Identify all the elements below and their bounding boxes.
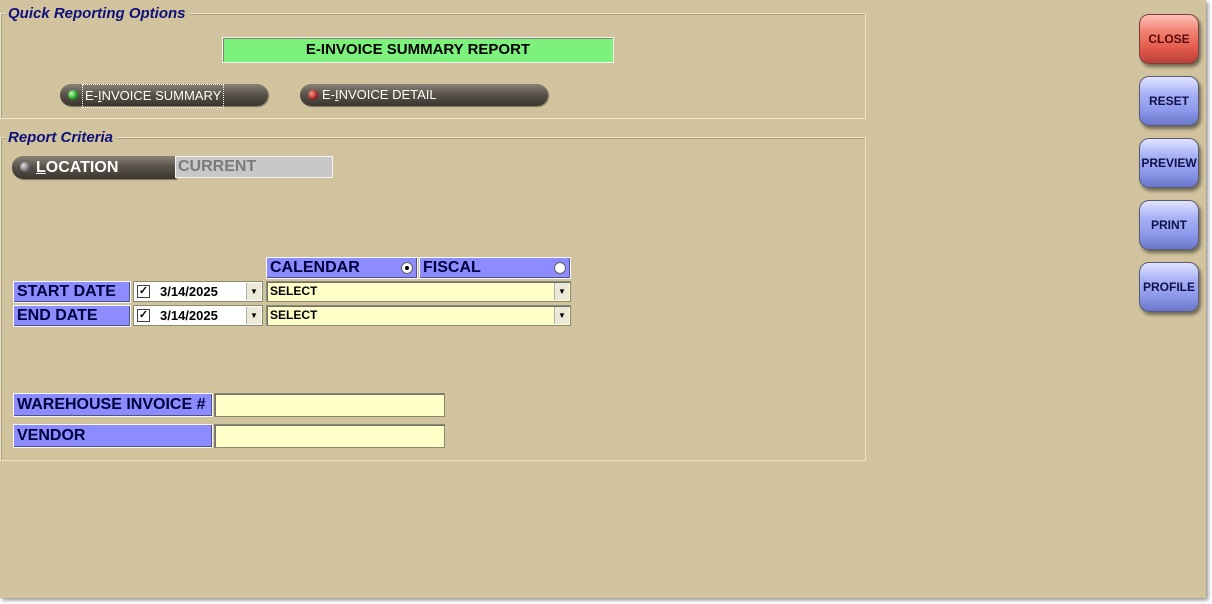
vendor-input[interactable] <box>214 424 445 448</box>
start-date-period-select[interactable]: SELECT ▼ <box>266 281 571 302</box>
print-button[interactable]: PRINT <box>1139 200 1199 250</box>
report-window: Quick Reporting Options E-INVOICE SUMMAR… <box>0 0 1206 598</box>
end-date-label: END DATE <box>13 305 131 327</box>
einvoice-summary-option[interactable]: E-INVOICE SUMMARY <box>60 84 268 108</box>
grey-led-icon <box>20 162 30 172</box>
chevron-down-icon[interactable]: ▼ <box>554 283 569 300</box>
einvoice-summary-label: E-INVOICE SUMMARY <box>82 84 225 108</box>
preview-button[interactable]: PREVIEW <box>1139 138 1199 188</box>
green-led-icon <box>68 90 78 100</box>
location-button[interactable]: LOCATION <box>12 156 176 179</box>
quick-reporting-title: Quick Reporting Options <box>6 6 190 22</box>
end-date-picker[interactable]: ✓ 3/14/2025 ▼ <box>133 305 263 326</box>
warehouse-invoice-input[interactable] <box>214 393 445 417</box>
fiscal-radio-icon[interactable] <box>554 262 566 274</box>
vendor-label: VENDOR <box>13 424 213 448</box>
red-led-icon <box>308 90 318 100</box>
chevron-down-icon[interactable]: ▼ <box>246 283 261 300</box>
warehouse-invoice-label: WAREHOUSE INVOICE # <box>13 393 213 417</box>
calendar-label: CALENDAR <box>270 259 360 276</box>
end-date-value: 3/14/2025 <box>160 308 218 323</box>
end-date-select-value: SELECT <box>270 308 318 322</box>
location-label: LOCATION <box>36 159 119 176</box>
calendar-option[interactable]: CALENDAR <box>266 257 418 279</box>
chevron-down-icon[interactable]: ▼ <box>554 307 569 324</box>
start-date-select-value: SELECT <box>270 284 318 298</box>
start-date-label: START DATE <box>13 281 131 303</box>
end-date-period-select[interactable]: SELECT ▼ <box>266 305 571 326</box>
start-date-value: 3/14/2025 <box>160 284 218 299</box>
reset-button[interactable]: RESET <box>1139 76 1199 126</box>
end-date-checkbox[interactable]: ✓ <box>137 309 150 322</box>
start-date-checkbox[interactable]: ✓ <box>137 285 150 298</box>
chevron-down-icon[interactable]: ▼ <box>246 307 261 324</box>
profile-button[interactable]: PROFILE <box>1139 262 1199 312</box>
fiscal-label: FISCAL <box>423 259 481 276</box>
report-title: E-INVOICE SUMMARY REPORT <box>222 37 614 63</box>
calendar-radio-icon[interactable] <box>401 262 413 274</box>
fiscal-option[interactable]: FISCAL <box>419 257 571 279</box>
report-criteria-title: Report Criteria <box>6 130 118 146</box>
einvoice-detail-option[interactable]: E-INVOICE DETAIL <box>300 84 548 106</box>
location-value: CURRENT <box>175 156 333 178</box>
start-date-picker[interactable]: ✓ 3/14/2025 ▼ <box>133 281 263 302</box>
einvoice-detail-label: E-INVOICE DETAIL <box>322 87 437 102</box>
close-button[interactable]: CLOSE <box>1139 14 1199 64</box>
